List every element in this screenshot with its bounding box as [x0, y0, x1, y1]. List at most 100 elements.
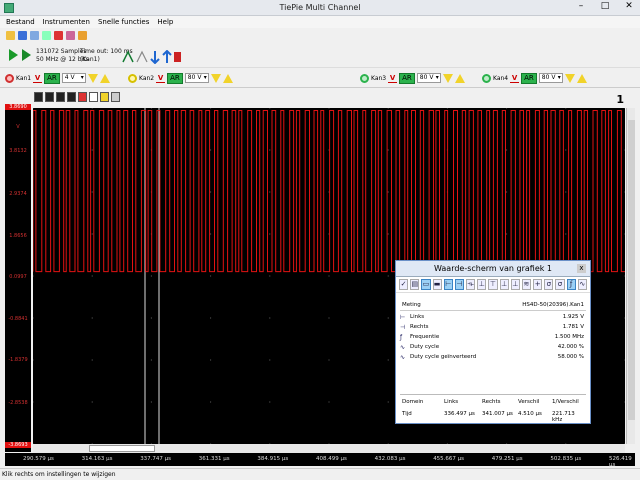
grid-dot [210, 275, 212, 277]
plus-icon[interactable]: + [533, 279, 543, 290]
bottom-icon[interactable]: ⊥ [499, 279, 509, 290]
trigger-up-icon[interactable] [222, 73, 233, 83]
refresh-icon[interactable] [42, 31, 51, 40]
wrench-icon[interactable]: ✓ [399, 279, 409, 290]
measure-icon[interactable] [67, 92, 76, 102]
dialog-close-button[interactable]: x [577, 264, 586, 273]
menu-help[interactable]: Help [157, 16, 173, 28]
channel-toolbar: Kan1 V AR 4 V Kan2 V AR 80 V Kan3 V AR 8… [0, 68, 640, 88]
channel-1-label[interactable]: Kan1 [16, 75, 31, 82]
grid-dot [91, 275, 93, 277]
trigger-down-icon[interactable] [442, 73, 453, 83]
menu-snelle-functies[interactable]: Snelle functies [98, 16, 149, 28]
volt-coupling-icon[interactable]: V [156, 73, 166, 83]
crosshair-icon[interactable] [128, 92, 137, 102]
marker-icon[interactable] [78, 92, 87, 102]
channel-1-indicator-icon[interactable] [5, 73, 14, 83]
level-icon[interactable]: ⊥ [510, 279, 520, 290]
channel-3-label[interactable]: Kan3 [371, 75, 386, 82]
x-tick-label: 526.419 µs [609, 456, 632, 468]
rise-time-icon[interactable]: ⊥ [477, 279, 487, 290]
table-icon[interactable]: ▭ [421, 279, 431, 290]
table-alt-icon[interactable]: ▬ [432, 279, 442, 290]
dialog-title[interactable]: Waarde-scherm van grafiek 1 x [396, 261, 590, 277]
volt-coupling-icon[interactable]: V [388, 73, 398, 83]
save-all-icon[interactable] [30, 31, 39, 40]
volt-coupling-icon[interactable]: V [510, 73, 520, 83]
channel-4-label[interactable]: Kan4 [493, 75, 508, 82]
print-icon[interactable] [111, 92, 120, 102]
file-toolbar [0, 28, 640, 44]
trigger-up-icon[interactable] [99, 73, 110, 83]
horizontal-scrollbar[interactable] [33, 444, 625, 453]
copy-icon[interactable] [89, 92, 98, 102]
close-graph-button[interactable]: 1 [616, 93, 624, 106]
channel-4-indicator-icon[interactable] [482, 73, 491, 83]
channel-4-autorange[interactable]: AR [521, 72, 537, 84]
cursor-right-icon[interactable]: ⊣ [454, 279, 465, 290]
meting-label: Meting [402, 302, 421, 308]
measurement-row[interactable]: ∿ Duty cycle 42.000 % [400, 343, 586, 352]
volt-coupling-icon[interactable]: V [33, 73, 43, 83]
minimize-button[interactable]: – [576, 1, 586, 11]
close-window-button[interactable]: ✕ [624, 1, 634, 11]
settings-icon[interactable] [66, 31, 75, 40]
document-icon[interactable]: ▤ [410, 279, 420, 290]
meting-source: HS4D-50(20396).Kan1 [522, 302, 584, 308]
rising-edge-icon [122, 50, 134, 63]
channel-1-autorange[interactable]: AR [44, 72, 60, 84]
channel-2-indicator-icon[interactable] [128, 73, 137, 83]
menu-instrumenten[interactable]: Instrumenten [43, 16, 90, 28]
domain-value: 336.497 µs [444, 411, 475, 417]
start-icon[interactable] [9, 49, 18, 61]
grid-dot [150, 275, 152, 277]
vertical-scrollbar[interactable] [626, 108, 635, 444]
maximize-button[interactable]: □ [600, 1, 610, 11]
cursor-left-icon[interactable]: ⊢ [443, 279, 453, 290]
measurement-value: 1.781 V [562, 324, 584, 330]
measurement-row[interactable]: ⊢ Links 1.925 V [400, 313, 586, 322]
trigger-up-icon[interactable] [576, 73, 587, 83]
grid-dot [150, 108, 152, 109]
channel-3-range-select[interactable]: 80 V [416, 73, 441, 83]
trigger-down-icon[interactable] [210, 73, 221, 83]
trigger-marker-icon[interactable] [100, 92, 109, 102]
duty-icon[interactable]: ∿ [577, 279, 587, 290]
graph-icon[interactable] [34, 92, 43, 102]
channel-2-range-select[interactable]: 80 V [184, 73, 209, 83]
channel-4-range-select[interactable]: 80 V [538, 73, 563, 83]
save-icon[interactable] [18, 31, 27, 40]
grid-dot [150, 359, 152, 361]
channel-2-label[interactable]: Kan2 [139, 75, 154, 82]
gear-icon[interactable] [78, 31, 87, 40]
delete-icon[interactable] [54, 31, 63, 40]
measurement-row[interactable]: ƒ Frequentie 1.500 MHz [400, 333, 586, 342]
zoom-icon[interactable] [45, 92, 54, 102]
frequency-icon[interactable]: ƒ [566, 279, 576, 290]
grid-dot [624, 275, 625, 277]
channel-2-autorange[interactable]: AR [167, 72, 183, 84]
vertical-scroll-thumb[interactable] [628, 120, 635, 420]
cursor-icon[interactable] [56, 92, 65, 102]
measurement-row[interactable]: ⊣ Rechts 1.781 V [400, 323, 586, 332]
channel-3-autorange[interactable]: AR [399, 72, 415, 84]
open-folder-icon[interactable] [6, 31, 15, 40]
cursor-both-icon[interactable]: ⟛ [466, 279, 476, 290]
grid-dot [328, 108, 330, 109]
grid-dot [210, 191, 212, 193]
channel-3-indicator-icon[interactable] [360, 73, 369, 83]
acquisition-toolbar: 131072 Samples 50 MHz @ 12 bits Time out… [0, 44, 640, 68]
single-shot-icon[interactable] [22, 49, 31, 61]
trigger-up-icon[interactable] [454, 73, 465, 83]
top-icon[interactable]: ⊤ [488, 279, 498, 290]
dialog-title-text: Waarde-scherm van grafiek 1 [433, 264, 553, 273]
trigger-down-icon[interactable] [87, 73, 98, 83]
trigger-down-icon[interactable] [564, 73, 575, 83]
sigma-icon[interactable]: σ [544, 279, 554, 290]
sigma-sq-icon[interactable]: σ [555, 279, 565, 290]
menu-bestand[interactable]: Bestand [6, 16, 35, 28]
measurement-row[interactable]: ∿ Duty cycle geïnverteerd 58.000 % [400, 353, 586, 362]
horizontal-scroll-thumb[interactable] [89, 445, 155, 452]
channel-1-range-select[interactable]: 4 V [61, 73, 86, 83]
pulse-icon[interactable]: ≋ [521, 279, 532, 290]
